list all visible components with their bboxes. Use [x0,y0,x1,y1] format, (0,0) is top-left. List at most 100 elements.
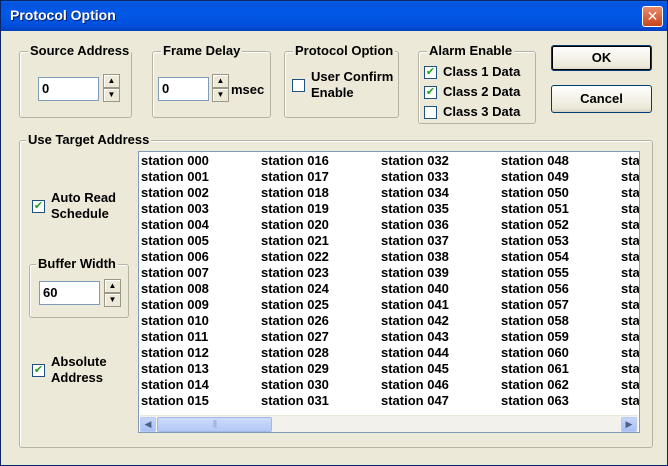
station-list-item[interactable]: station 010 [141,313,209,329]
class2-checkbox[interactable]: ✔ [424,86,437,99]
station-list-item[interactable]: station 028 [261,345,329,361]
station-list-item[interactable]: station 061 [501,361,569,377]
station-list-item[interactable]: station 045 [381,361,449,377]
station-list-item[interactable]: station 042 [381,313,449,329]
station-list-item[interactable]: station 018 [261,185,329,201]
station-list-item[interactable]: station 051 [501,201,569,217]
station-list-item[interactable]: station 016 [261,153,329,169]
station-list-item[interactable]: sta [621,265,639,281]
scroll-right-button[interactable]: ▶ [621,417,637,432]
close-button[interactable]: ✕ [642,6,663,27]
class1-checkbox[interactable]: ✔ [424,66,437,79]
station-list-item[interactable]: sta [621,249,639,265]
station-list-item[interactable]: station 055 [501,265,569,281]
station-list-item[interactable]: station 063 [501,393,569,409]
cancel-button[interactable]: Cancel [551,85,652,113]
station-list-item[interactable]: sta [621,393,639,409]
station-list-item[interactable]: station 033 [381,169,449,185]
station-list-item[interactable]: station 025 [261,297,329,313]
station-list-item[interactable]: sta [621,233,639,249]
station-list-item[interactable]: station 038 [381,249,449,265]
station-list-item[interactable]: station 020 [261,217,329,233]
station-list-item[interactable]: sta [621,313,639,329]
station-list-item[interactable]: station 011 [141,329,209,345]
station-list-item[interactable]: station 044 [381,345,449,361]
station-list-item[interactable]: station 027 [261,329,329,345]
title-bar[interactable]: Protocol Option ✕ [1,1,667,31]
frame-delay-up-button[interactable]: ▲ [212,74,229,88]
station-list-item[interactable]: sta [621,217,639,233]
station-list-item[interactable]: station 024 [261,281,329,297]
station-list-item[interactable]: station 052 [501,217,569,233]
station-list-item[interactable]: station 030 [261,377,329,393]
station-list-item[interactable]: station 029 [261,361,329,377]
station-list-item[interactable]: station 040 [381,281,449,297]
buffer-width-input[interactable]: 60 [39,281,100,305]
station-list-item[interactable]: sta [621,361,639,377]
station-list-item[interactable]: station 022 [261,249,329,265]
station-list-item[interactable]: station 021 [261,233,329,249]
station-list-item[interactable]: station 032 [381,153,449,169]
station-list-item[interactable]: station 026 [261,313,329,329]
station-list-item[interactable]: sta [621,297,639,313]
station-list-item[interactable]: station 005 [141,233,209,249]
station-list-item[interactable]: station 004 [141,217,209,233]
station-list-item[interactable]: sta [621,201,639,217]
station-list-item[interactable]: station 019 [261,201,329,217]
station-list-item[interactable]: sta [621,329,639,345]
station-list-item[interactable]: sta [621,153,639,169]
station-list-item[interactable]: station 017 [261,169,329,185]
station-list-item[interactable]: station 000 [141,153,209,169]
station-list-item[interactable]: station 058 [501,313,569,329]
station-list-item[interactable]: sta [621,377,639,393]
station-list-item[interactable]: station 039 [381,265,449,281]
source-address-input[interactable]: 0 [38,77,99,101]
station-list-item[interactable]: station 054 [501,249,569,265]
station-list-item[interactable]: station 013 [141,361,209,377]
station-list-item[interactable]: station 049 [501,169,569,185]
scroll-left-button[interactable]: ◀ [140,417,156,432]
station-list-item[interactable]: station 031 [261,393,329,409]
station-list-item[interactable]: station 036 [381,217,449,233]
station-list-item[interactable]: station 048 [501,153,569,169]
station-list-item[interactable]: station 062 [501,377,569,393]
station-list-item[interactable]: station 059 [501,329,569,345]
station-list-item[interactable]: station 043 [381,329,449,345]
station-list-item[interactable]: station 002 [141,185,209,201]
class3-checkbox[interactable] [424,106,437,119]
station-list-item[interactable]: station 050 [501,185,569,201]
station-list-item[interactable]: station 015 [141,393,209,409]
station-list-item[interactable]: station 007 [141,265,209,281]
absolute-address-checkbox[interactable]: ✔ [32,364,45,377]
station-list-item[interactable]: station 006 [141,249,209,265]
station-list-item[interactable]: sta [621,345,639,361]
station-list-item[interactable]: station 056 [501,281,569,297]
station-list-item[interactable]: station 012 [141,345,209,361]
station-list-item[interactable]: station 060 [501,345,569,361]
station-list-item[interactable]: station 035 [381,201,449,217]
ok-button[interactable]: OK [551,45,652,71]
station-list-item[interactable]: station 037 [381,233,449,249]
station-list-item[interactable]: station 057 [501,297,569,313]
auto-read-checkbox[interactable]: ✔ [32,200,45,213]
user-confirm-checkbox[interactable] [292,79,305,92]
station-list-item[interactable]: station 014 [141,377,209,393]
station-list-item[interactable]: station 041 [381,297,449,313]
station-list-item[interactable]: station 047 [381,393,449,409]
station-list-item[interactable]: station 053 [501,233,569,249]
station-listbox[interactable]: station 000 station 001 station 002 station… [138,151,640,433]
station-list-item[interactable]: station 008 [141,281,209,297]
source-address-up-button[interactable]: ▲ [103,74,120,88]
station-list-item[interactable]: station 023 [261,265,329,281]
source-address-down-button[interactable]: ▼ [103,88,120,102]
station-list-item[interactable]: station 009 [141,297,209,313]
horizontal-scrollbar[interactable]: ◀ ||| ▶ [140,415,638,432]
station-list-item[interactable]: station 034 [381,185,449,201]
buffer-width-up-button[interactable]: ▲ [104,279,121,293]
station-list-item[interactable]: station 001 [141,169,209,185]
station-list-item[interactable]: sta [621,169,639,185]
station-list-item[interactable]: sta [621,185,639,201]
frame-delay-down-button[interactable]: ▼ [212,88,229,102]
station-list-item[interactable]: station 003 [141,201,209,217]
scroll-thumb[interactable]: ||| [157,417,272,432]
